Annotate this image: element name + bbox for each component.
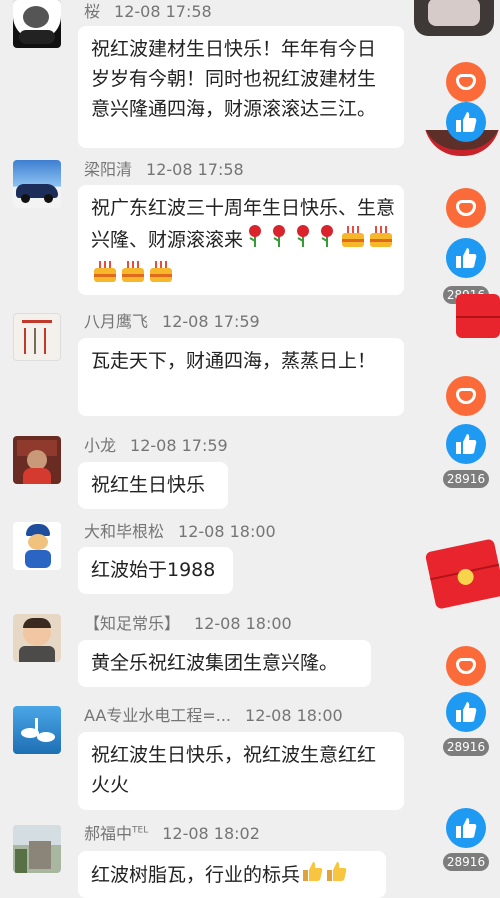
red-packet-icon[interactable]	[456, 294, 500, 338]
control-inner	[428, 0, 480, 26]
sender-name: AA专业水电工程=...	[84, 706, 232, 725]
sender-meta: 郝福中TEL 12-08 18:02	[84, 820, 260, 844]
like-count: 28916	[443, 470, 489, 488]
thumbs-up-icon[interactable]	[446, 238, 486, 278]
red-packet-icon[interactable]	[424, 538, 500, 610]
sender-name: 八月鹰飞	[84, 312, 149, 331]
message-time: 12-08 17:58	[146, 160, 244, 179]
sender-meta: 小龙 12-08 17:59	[84, 432, 228, 456]
message-text: 祝红生日快乐	[91, 474, 206, 496]
message-bubble[interactable]: 红波始于1988	[78, 547, 233, 594]
sender-name: 郝福中	[84, 824, 133, 843]
avatar[interactable]	[13, 313, 61, 361]
message-bubble[interactable]: 黄全乐祝红波集团生意兴隆。	[78, 640, 371, 687]
invite-icon[interactable]	[446, 376, 486, 416]
avatar[interactable]	[13, 614, 61, 662]
tel-badge: TEL	[132, 825, 149, 836]
thumbs-up-emoji	[300, 859, 324, 892]
message-time: 12-08 18:00	[178, 522, 276, 541]
sender-name: 【知足常乐】	[84, 614, 181, 633]
message-time: 12-08 17:59	[130, 436, 228, 455]
avatar[interactable]	[13, 160, 61, 208]
like-count: 28916	[443, 738, 489, 756]
message-text: 红波树脂瓦，行业的标兵	[91, 864, 301, 886]
rose-emoji	[267, 224, 291, 257]
invite-icon[interactable]	[446, 188, 486, 228]
thumbs-up-icon[interactable]	[446, 424, 486, 464]
thumbs-up-icon[interactable]	[446, 808, 486, 848]
invite-icon[interactable]	[446, 62, 486, 102]
sender-name: 桜	[84, 2, 101, 21]
sender-meta: 桜 12-08 17:58	[84, 0, 212, 22]
message-bubble[interactable]: 祝红生日快乐	[78, 462, 228, 509]
sender-meta: 【知足常乐】 12-08 18:00	[84, 610, 292, 634]
message-time: 12-08 17:59	[162, 312, 260, 331]
sender-meta: 梁阳清 12-08 17:58	[84, 156, 244, 180]
message-bubble[interactable]: 祝红波建材生日快乐！年年有今日岁岁有今朝！同时也祝红波建材生意兴隆通四海，财源滚…	[78, 26, 404, 148]
rose-emoji	[243, 224, 267, 257]
invite-icon[interactable]	[446, 646, 486, 686]
sender-name: 小龙	[84, 436, 117, 455]
avatar[interactable]	[13, 706, 61, 754]
message-bubble[interactable]: 瓦走天下，财通四海，蒸蒸日上！	[78, 338, 404, 416]
message-time: 12-08 17:58	[114, 2, 212, 21]
cake-emoji	[147, 258, 175, 293]
sender-meta: 八月鹰飞 12-08 17:59	[84, 308, 260, 332]
message-text: 红波始于1988	[91, 559, 216, 581]
cake-emoji	[367, 223, 395, 258]
message-bubble[interactable]: 祝红波生日快乐，祝红波生意红红火火	[78, 732, 404, 810]
thumbs-up-emoji	[324, 859, 348, 892]
sender-meta: AA专业水电工程=... 12-08 18:00	[84, 702, 343, 726]
thumbs-up-icon[interactable]	[446, 692, 486, 732]
message-bubble[interactable]: 祝广东红波三十周年生日快乐、生意兴隆、财源滚滚来	[78, 185, 404, 295]
sender-meta: 大和毕根松 12-08 18:00	[84, 518, 276, 542]
top-right-control[interactable]	[414, 0, 494, 36]
cake-emoji	[119, 258, 147, 293]
cake-emoji	[91, 258, 119, 293]
message-text: 祝红波生日快乐，祝红波生意红红火火	[91, 744, 377, 796]
message-text: 祝红波建材生日快乐！年年有今日岁岁有今朝！同时也祝红波建材生意兴隆通四海，财源滚…	[91, 38, 377, 120]
message-text: 瓦走天下，财通四海，蒸蒸日上！	[91, 350, 377, 372]
avatar[interactable]	[13, 522, 61, 570]
message-time: 12-08 18:00	[245, 706, 343, 725]
thumbs-up-icon[interactable]	[446, 102, 486, 142]
sender-name: 大和毕根松	[84, 522, 165, 541]
rose-emoji	[291, 224, 315, 257]
avatar[interactable]	[13, 0, 61, 48]
message-time: 12-08 18:02	[162, 824, 260, 843]
sender-name: 梁阳清	[84, 160, 133, 179]
message-text: 黄全乐祝红波集团生意兴隆。	[91, 652, 339, 674]
avatar[interactable]	[13, 825, 61, 873]
like-count: 28916	[443, 853, 489, 871]
rose-emoji	[315, 224, 339, 257]
message-time: 12-08 18:00	[194, 614, 292, 633]
cake-emoji	[339, 223, 367, 258]
message-bubble[interactable]: 红波树脂瓦，行业的标兵	[78, 851, 386, 898]
avatar[interactable]	[13, 436, 61, 484]
